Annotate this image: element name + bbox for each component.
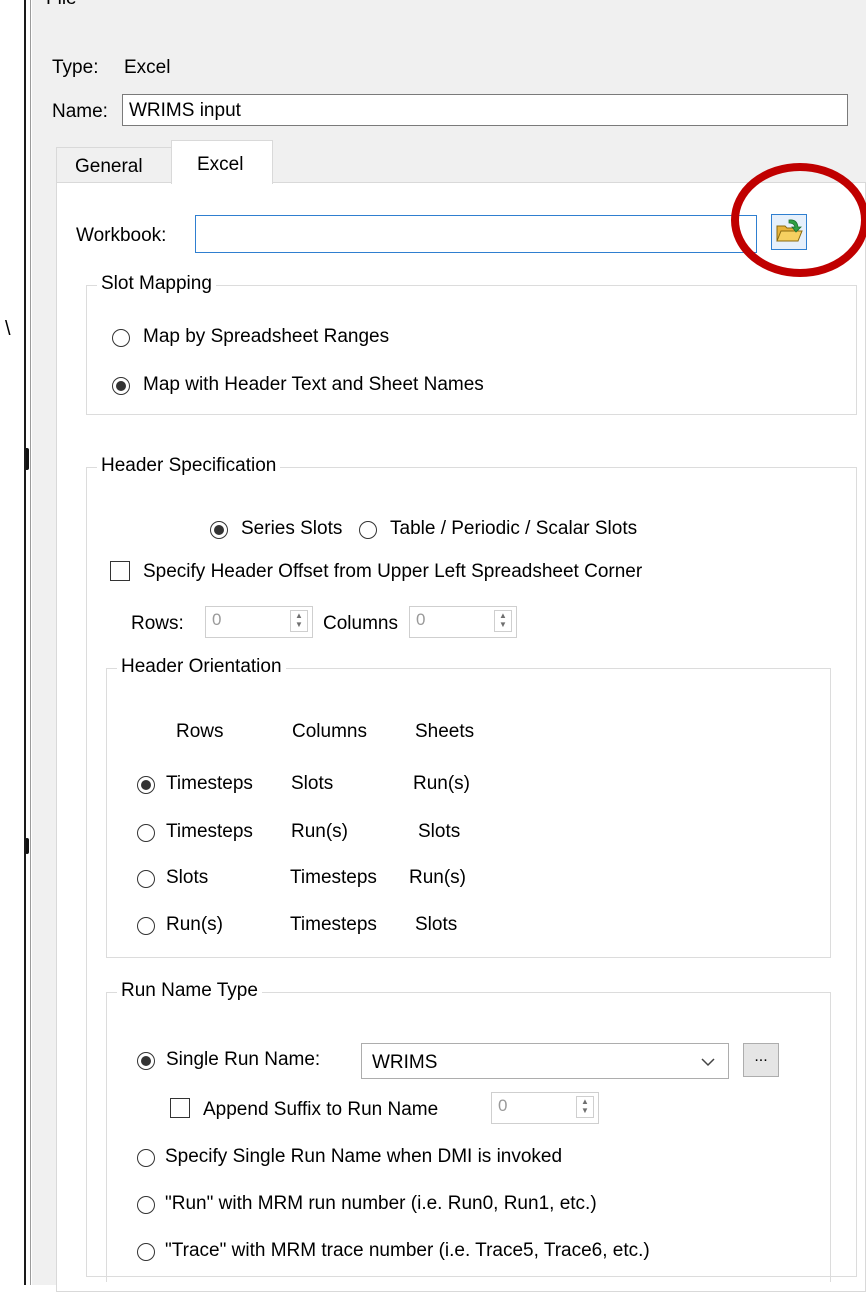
tab-general[interactable]: General	[56, 147, 172, 183]
rows-spinner-arrows[interactable]: ▲ ▼	[290, 610, 308, 632]
stray-mark: \	[5, 318, 11, 340]
chevron-down-icon	[701, 1058, 715, 1067]
radio-orientation-4[interactable]	[137, 917, 155, 935]
name-field-value: WRIMS input	[129, 100, 241, 121]
checkbox-header-offset[interactable]	[110, 561, 130, 581]
dialog: File Type: Excel Name: WRIMS input Gener…	[32, 0, 866, 1292]
orientation-3-rows: Slots	[166, 867, 209, 888]
header-orientation-group: Header Orientation Rows Columns Sheets T…	[106, 656, 831, 958]
header-spec-group: Header Specification Series Slots Table …	[86, 455, 857, 1282]
checkbox-append-suffix[interactable]	[170, 1098, 190, 1118]
slot-mapping-title: Slot Mapping	[97, 273, 216, 295]
radio-specify-at-invoke[interactable]	[137, 1149, 155, 1167]
single-run-name-label: Single Run Name:	[166, 1049, 321, 1070]
header-offset-label: Specify Header Offset from Upper Left Sp…	[143, 561, 643, 582]
columns-value: 0	[416, 610, 426, 629]
col-header-rows: Rows	[176, 721, 224, 742]
orientation-3-columns: Timesteps	[290, 867, 377, 888]
orientation-1-sheets: Run(s)	[413, 773, 471, 794]
radio-orientation-3[interactable]	[137, 870, 155, 888]
map-with-header-label: Map with Header Text and Sheet Names	[143, 374, 484, 395]
menu-file[interactable]: File	[46, 0, 77, 10]
single-run-name-value: WRIMS	[372, 1052, 438, 1073]
series-slots-label: Series Slots	[241, 518, 343, 539]
tab-general-label: General	[75, 156, 143, 177]
type-value: Excel	[124, 57, 171, 78]
name-label: Name:	[52, 101, 108, 122]
columns-spinner-arrows[interactable]: ▲ ▼	[494, 610, 512, 632]
run-name-more-button[interactable]: ...	[743, 1043, 779, 1077]
tab-excel[interactable]: Excel	[171, 140, 273, 184]
radio-table-periodic-scalar[interactable]	[359, 521, 377, 539]
radio-mrm-run-number[interactable]	[137, 1196, 155, 1214]
orientation-4-rows: Run(s)	[166, 914, 224, 935]
mrm-run-number-label: "Run" with MRM run number (i.e. Run0, Ru…	[165, 1193, 597, 1214]
rows-label: Rows:	[131, 613, 184, 634]
append-suffix-label: Append Suffix to Run Name	[203, 1099, 439, 1120]
specify-at-invoke-label: Specify Single Run Name when DMI is invo…	[165, 1146, 563, 1167]
radio-single-run-name[interactable]	[137, 1052, 155, 1070]
orientation-2-sheets: Slots	[418, 821, 461, 842]
orientation-2-columns: Run(s)	[291, 821, 349, 842]
run-name-type-title: Run Name Type	[117, 980, 262, 1002]
header-spec-title: Header Specification	[97, 455, 281, 477]
mrm-trace-number-label: "Trace" with MRM trace number (i.e. Trac…	[165, 1240, 650, 1261]
orientation-1-rows: Timesteps	[166, 773, 253, 794]
col-header-columns: Columns	[292, 721, 367, 742]
col-header-sheets: Sheets	[415, 721, 475, 742]
orientation-4-sheets: Slots	[415, 914, 458, 935]
rows-spinner[interactable]: 0 ▲ ▼	[205, 606, 313, 638]
radio-series-slots[interactable]	[210, 521, 228, 539]
orientation-4-columns: Timesteps	[290, 914, 377, 935]
workbook-input[interactable]	[195, 215, 757, 253]
orientation-2-rows: Timesteps	[166, 821, 253, 842]
type-label: Type:	[52, 57, 99, 78]
radio-map-by-ranges[interactable]	[112, 329, 130, 347]
highlight-circle	[731, 163, 866, 277]
name-field[interactable]: WRIMS input	[122, 94, 848, 126]
workbook-label: Workbook:	[76, 225, 167, 246]
window-border	[24, 0, 26, 1285]
table-periodic-scalar-label: Table / Periodic / Scalar Slots	[390, 518, 638, 539]
radio-mrm-trace-number[interactable]	[137, 1243, 155, 1261]
suffix-value: 0	[498, 1096, 508, 1115]
suffix-spinner-arrows[interactable]: ▲ ▼	[576, 1096, 594, 1118]
radio-map-with-header[interactable]	[112, 377, 130, 395]
run-name-type-group: Run Name Type Single Run Name: WRIMS ...…	[106, 980, 831, 1282]
slot-mapping-group: Slot Mapping Map by Spreadsheet Ranges M…	[86, 273, 857, 415]
map-by-ranges-label: Map by Spreadsheet Ranges	[143, 326, 390, 347]
single-run-name-select[interactable]: WRIMS	[361, 1043, 729, 1079]
columns-label: Columns	[323, 613, 398, 634]
orientation-1-columns: Slots	[291, 773, 334, 794]
tab-excel-label: Excel	[197, 154, 244, 175]
excel-tab-panel: Workbook: Slot Mapping Map by Spreadshee…	[56, 163, 866, 1292]
orientation-3-sheets: Run(s)	[409, 867, 467, 888]
rows-value: 0	[212, 610, 222, 629]
radio-orientation-2[interactable]	[137, 824, 155, 842]
header-orientation-title: Header Orientation	[117, 656, 286, 678]
suffix-spinner[interactable]: 0 ▲ ▼	[491, 1092, 599, 1124]
radio-orientation-1[interactable]	[137, 776, 155, 794]
columns-spinner[interactable]: 0 ▲ ▼	[409, 606, 517, 638]
window-border	[30, 0, 31, 1285]
